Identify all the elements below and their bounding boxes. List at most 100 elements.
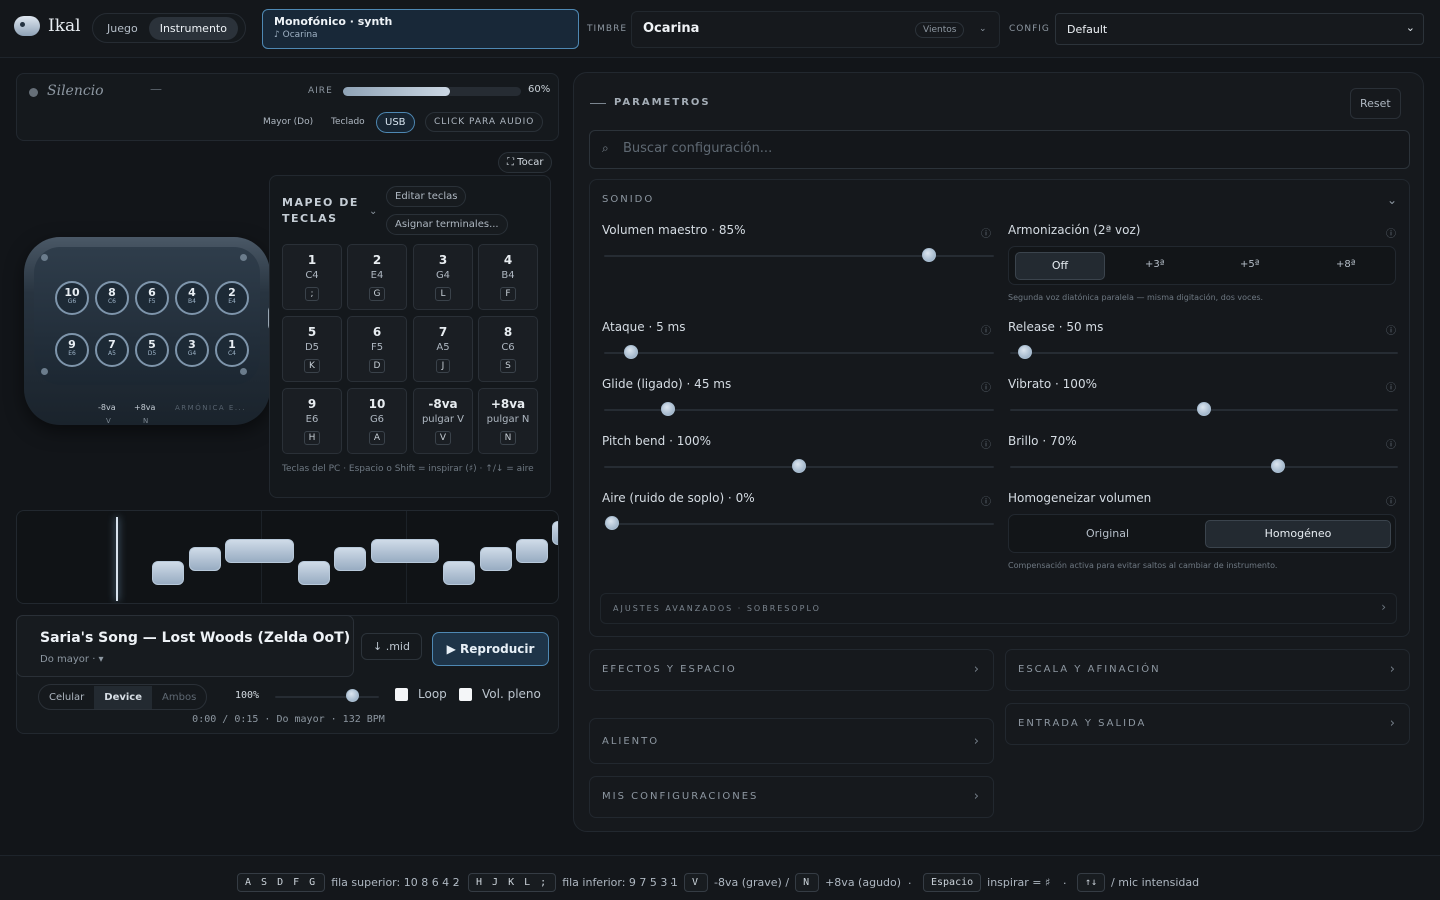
status-dot-icon [29,88,38,97]
key-card[interactable]: 9 E6 H [282,388,342,454]
harmonization-off[interactable]: Off [1015,252,1105,280]
key-card[interactable]: 2 E4 G [347,244,407,310]
ocarina-hole[interactable]: 4 B4 [175,281,209,315]
key-card[interactable]: 6 F5 D [347,316,407,382]
key-note: G6 [369,414,385,425]
info-icon[interactable]: ⓘ [1386,225,1396,240]
loop-checkbox[interactable] [395,688,408,701]
tab-juego[interactable]: Juego [96,17,149,40]
air-noise-thumb[interactable] [605,516,619,530]
space-desc: inspirar = ♯ [987,876,1051,889]
advanced-settings-row[interactable]: AJUSTES AVANZADOS · SOBRESOPLO › [600,593,1397,624]
air-value: 60% [528,84,551,95]
key-card[interactable]: 8 C6 S [478,316,538,382]
key-card[interactable]: 5 D5 K [282,316,342,382]
key-card[interactable]: 10 G6 A [347,388,407,454]
key-card[interactable]: 1 C4; [282,244,342,310]
glide-thumb[interactable] [661,402,675,416]
separator: · [455,877,459,890]
target-ambos[interactable]: Ambos [152,692,206,703]
homogenize-original[interactable]: Original [1086,527,1129,540]
info-icon[interactable]: ⓘ [981,225,991,240]
key-card[interactable]: 7 A5 J [413,316,473,382]
roll-note [152,561,184,585]
ocarina-hole[interactable]: 6 F5 [135,281,169,315]
hole-number: 9 [68,338,76,351]
assign-terminals-button[interactable]: Asignar terminales... [386,214,508,235]
brightness-thumb[interactable] [1271,459,1285,473]
ocarina-hole[interactable]: 8 C6 [95,281,129,315]
vibrato-thumb[interactable] [1197,402,1211,416]
timbre-selector[interactable]: Ocarina Vientos ⌄ [631,11,1000,48]
note-roll [16,510,559,604]
chip-usb[interactable]: USB [376,112,415,133]
attack-thumb[interactable] [624,345,638,359]
ocarina-hole[interactable]: 5 D5 [135,333,169,367]
ocarina-hole[interactable]: 3 G4 [175,333,209,367]
info-icon[interactable]: ⓘ [1386,436,1396,451]
full-volume-checkbox[interactable] [459,688,472,701]
tocar-fullscreen-button[interactable]: ⛶ Tocar [498,152,553,173]
mode-subtitle: ♪ Ocarina [274,30,318,40]
ocarina-hole[interactable]: 9 E6 [55,333,89,367]
harmonization-hint: Segunda voz diatónica paralela — misma d… [1008,293,1264,302]
ocarina-hole[interactable]: 7 A5 [95,333,129,367]
target-device[interactable]: Device [94,685,153,709]
info-icon[interactable]: ⓘ [1386,322,1396,337]
target-celular[interactable]: Celular [39,692,94,703]
edit-keys-button[interactable]: Editar teclas [386,186,467,207]
ocarina-hole[interactable]: 10 G6 [55,281,89,315]
harmonization-octave[interactable]: +8ª [1336,259,1355,270]
info-icon[interactable]: ⓘ [981,322,991,337]
harmonization-third[interactable]: +3ª [1145,259,1164,270]
release-thumb[interactable] [1018,345,1032,359]
chip-keyboard[interactable]: Teclado [322,112,374,132]
speed-slider[interactable] [275,696,379,698]
key-card[interactable]: 3 G4 L [413,244,473,310]
release-slider[interactable] [1010,352,1398,354]
attack-slider[interactable] [604,352,994,354]
brightness-slider[interactable] [1010,466,1398,468]
my-configs-section[interactable]: MIS CONFIGURACIONES › [589,776,994,818]
speed-slider-thumb[interactable] [346,689,359,702]
octave-down-label[interactable]: -8va [98,403,116,412]
air-noise-slider[interactable] [604,523,994,525]
ocarina-hole[interactable]: 2 E4 [215,281,249,315]
search-input[interactable]: ⌕ Buscar configuración... [589,130,1410,169]
key-note: F5 [370,342,384,353]
hole-note: F5 [148,298,156,305]
octave-up-key: N [143,417,149,425]
homogenize-homogeneous[interactable]: Homogéneo [1205,520,1391,548]
master-volume-thumb[interactable] [922,248,936,262]
hole-note: B4 [188,298,196,305]
hole-note: G6 [67,298,77,305]
info-icon[interactable]: ⓘ [1386,493,1396,508]
info-icon[interactable]: ⓘ [981,379,991,394]
info-icon[interactable]: ⓘ [981,436,991,451]
pitch-bend-thumb[interactable] [792,459,806,473]
key-card[interactable]: +8va pulgar N N [478,388,538,454]
effects-section[interactable]: EFECTOS Y ESPACIO › [589,649,994,691]
chevron-down-icon[interactable]: ⌄ [369,206,377,217]
harmonization-fifth[interactable]: +5ª [1240,259,1259,270]
chip-scale[interactable]: Mayor (Do) [254,112,322,132]
tab-instrumento[interactable]: Instrumento [148,16,238,40]
breath-section[interactable]: ALIENTO › [589,718,994,764]
config-select[interactable]: Default ⌄ [1055,13,1424,45]
chevron-down-icon[interactable]: ⌄ [1387,193,1397,207]
input-output-section[interactable]: ENTRADA Y SALIDA › [1005,703,1410,745]
song-selector[interactable]: Saria's Song — Lost Woods (Zelda OoT) Do… [16,615,354,677]
reset-button[interactable]: Reset [1350,88,1401,119]
scale-tuning-section-title: ESCALA Y AFINACIÓN [1018,664,1161,675]
click-for-audio-button[interactable]: CLICK PARA AUDIO [425,112,544,132]
synth-mode-selector[interactable]: Monofónico · synth ♪ Ocarina [262,9,579,49]
play-button[interactable]: ▶ Reproducir [432,632,549,666]
ocarina-hole[interactable]: 1 C4 [215,333,249,367]
info-icon[interactable]: ⓘ [981,493,991,508]
key-card[interactable]: 4 B4 F [478,244,538,310]
info-icon[interactable]: ⓘ [1386,379,1396,394]
octave-up-label[interactable]: +8va [134,403,155,412]
scale-tuning-section[interactable]: ESCALA Y AFINACIÓN › [1005,649,1410,691]
key-card[interactable]: -8va pulgar V V [413,388,473,454]
download-midi-button[interactable]: ↓ .mid [361,633,422,660]
